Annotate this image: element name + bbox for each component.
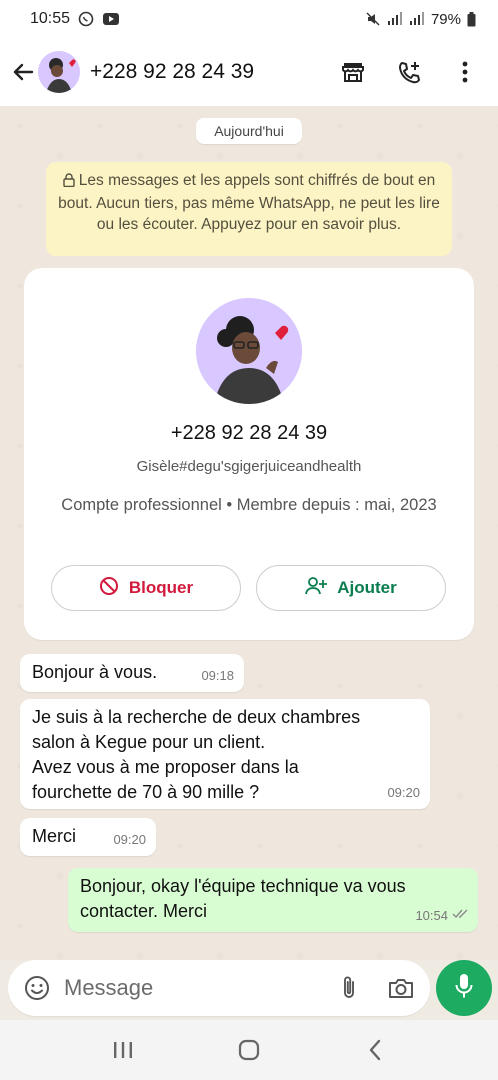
more-vert-icon[interactable] (452, 59, 478, 85)
block-button-label: Bloquer (128, 578, 194, 597)
message-time: 09:18 (201, 668, 234, 683)
message-time: 09:20 (387, 785, 420, 800)
encryption-notice[interactable]: Les messages et les appels sont chiffrés… (46, 162, 452, 256)
add-contact-button[interactable]: Ajouter (256, 565, 446, 611)
add-person-icon (305, 576, 328, 600)
status-time: 10:55 (30, 10, 71, 27)
message-time: 09:20 (113, 832, 146, 847)
signal-2-icon (409, 12, 425, 26)
status-left: 10:55 (30, 10, 120, 28)
mic-button[interactable] (436, 960, 492, 1016)
status-right: 79% (365, 11, 476, 28)
message-line: salon à Kegue pour un client. (32, 732, 266, 752)
whatsapp-notification-icon (78, 11, 94, 27)
encryption-notice-text: Les messages et les appels sont chiffrés… (58, 172, 440, 233)
attach-icon[interactable] (334, 973, 364, 1003)
message-line: Bonjour, okay l'équipe technique va vous (80, 876, 406, 896)
message-line: fourchette de 70 à 90 mille ? (32, 782, 260, 802)
battery-percent: 79% (430, 10, 461, 28)
double-check-icon (452, 901, 470, 926)
profile-name: Gisèle#degu'sgigerjuiceandhealth (136, 458, 362, 475)
block-button[interactable]: Bloquer (51, 565, 241, 611)
message-bubble-incoming[interactable]: Bonjour à vous. 09:18 (20, 654, 244, 692)
add-call-icon[interactable] (396, 59, 422, 85)
add-contact-button-label: Ajouter (337, 578, 397, 597)
shop-icon[interactable] (340, 59, 366, 85)
message-bubble-outgoing[interactable]: Bonjour, okay l'équipe technique va vous… (68, 868, 478, 932)
message-time: 10:54 (415, 908, 448, 923)
lock-icon (63, 172, 75, 193)
profile-phone: +228 92 28 24 39 (170, 422, 328, 444)
message-line: Je suis à la recherche de deux chambres (32, 707, 361, 727)
home-icon[interactable] (229, 1030, 269, 1070)
system-nav-bar (0, 1020, 498, 1080)
message-line: contacter. Merci (80, 901, 208, 921)
message-bubble-incoming[interactable]: Je suis à la recherche de deux chambres … (20, 699, 430, 809)
mic-icon (455, 973, 473, 1004)
mute-icon (365, 11, 381, 27)
youtube-notification-icon (102, 12, 120, 26)
header-actions (340, 59, 488, 85)
back-arrow-icon[interactable] (10, 59, 36, 85)
profile-meta: Compte professionnel • Membre depuis : m… (61, 496, 437, 514)
profile-avatar[interactable] (196, 298, 302, 404)
message-composer (8, 960, 430, 1016)
block-icon (99, 576, 119, 601)
date-chip: Aujourd'hui (196, 118, 302, 144)
chat-title[interactable]: +228 92 28 24 39 (90, 60, 340, 84)
contact-avatar[interactable] (38, 51, 80, 93)
status-bar: 10:55 79% (0, 0, 498, 38)
recents-icon[interactable] (103, 1030, 143, 1070)
back-nav-icon[interactable] (355, 1030, 395, 1070)
message-text: Merci (32, 826, 76, 846)
battery-icon (467, 11, 476, 27)
business-profile-card: +228 92 28 24 39 Gisèle#degu'sgigerjuice… (24, 268, 474, 640)
chat-header: +228 92 28 24 39 (0, 38, 498, 106)
camera-icon[interactable] (386, 973, 416, 1003)
message-text: Bonjour à vous. (32, 662, 158, 682)
signal-icon (387, 12, 403, 26)
message-bubble-incoming[interactable]: Merci 09:20 (20, 818, 156, 856)
message-input[interactable] (64, 975, 334, 1001)
message-line: Avez vous à me proposer dans la (32, 757, 299, 777)
emoji-icon[interactable] (22, 973, 52, 1003)
